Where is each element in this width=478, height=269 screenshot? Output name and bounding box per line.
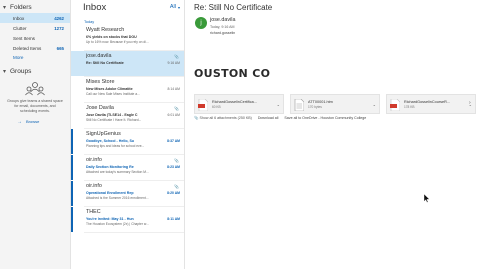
html-file-icon: [294, 98, 305, 112]
chevron-down-icon: ▾: [3, 68, 7, 75]
groups-description: Groups give teams a shared space for ema…: [7, 99, 63, 113]
filter-dropdown[interactable]: All ▾: [170, 4, 180, 10]
message-sender: jose.davila: [86, 53, 112, 59]
message-time: 9:16 AM: [167, 61, 180, 65]
chevron-right-icon[interactable]: ›: [469, 100, 471, 106]
sender-name[interactable]: jose.davila: [210, 17, 235, 23]
chevron-down-icon: ▾: [177, 4, 180, 10]
attachment-menu-icon[interactable]: ⌄: [373, 102, 376, 107]
message-list-item[interactable]: SignUpGenius Goodbye, School - Hello, Su P…: [71, 129, 184, 154]
message-time: 8:14 AM: [167, 87, 180, 91]
groups-people-icon: [25, 81, 45, 97]
message-preview: [86, 66, 182, 71]
message-list-item[interactable]: Wyatt Research 6% yields on stocks that D…: [71, 25, 184, 50]
folder-inbox[interactable]: Inbox 4262: [0, 13, 70, 23]
browse-label: Browse: [26, 119, 40, 125]
attachment-menu-icon[interactable]: ⌄: [277, 102, 280, 107]
paperclip-icon: 📎: [174, 54, 179, 59]
folder-label: Inbox: [13, 15, 25, 21]
message-sender: Jose Davila: [86, 105, 114, 111]
mouse-pointer-icon: [424, 194, 430, 203]
chevron-down-icon: ▾: [3, 4, 7, 11]
message-preview: Still No Certificate I Have It. Richard.…: [86, 118, 142, 122]
attachment-card[interactable]: RichardGosselinCertifica... 60 KB ⌄: [194, 94, 284, 114]
folder-clutter[interactable]: Clutter 1272: [0, 23, 70, 33]
message-subject: Re: Still No Certificate: [194, 3, 273, 12]
paperclip-icon: 📎: [174, 184, 179, 189]
message-time: 8:37 AM: [167, 139, 180, 143]
attachment-card[interactable]: RichardGosselinCourseR... 178 KB ⌄: [386, 94, 476, 114]
message-time: 8:11 AM: [167, 217, 180, 221]
message-list-header: Inbox All ▾: [71, 0, 184, 14]
message-preview: Call our New Sale Mises Institute a...: [86, 92, 140, 96]
folders-header[interactable]: ▾ Folders: [0, 1, 70, 13]
message-date: Today, 9:16 AM: [210, 25, 235, 29]
pdf-file-icon: [198, 98, 209, 112]
attachment-actions: 📎 Show all 6 attachments (250 KB) Downlo…: [194, 116, 366, 120]
attachment-strip: RichardGosselinCertifica... 60 KB ⌄ ATT0…: [194, 94, 476, 114]
folder-count: 665: [56, 45, 64, 51]
message-sender: Wyatt Research: [86, 27, 125, 33]
company-logo: OUSTON CO: [194, 67, 271, 80]
message-sender: THEC: [86, 209, 101, 215]
message-divider: [84, 232, 184, 233]
message-list-item[interactable]: THEC You're Invited: May 31 - Hun The Hous…: [71, 207, 184, 232]
folder-count: 4262: [54, 15, 64, 21]
message-list-item[interactable]: jose.davila Re: Still No Certificate 9:16 …: [71, 51, 184, 76]
groups-header[interactable]: ▾ Groups: [0, 65, 70, 77]
paperclip-icon: 📎: [194, 116, 199, 120]
folder-pane: ▾ Folders Inbox 4262 Clutter 1272 Sent I…: [0, 0, 71, 269]
paperclip-icon: 📎: [174, 158, 179, 163]
message-time: 8:20 AM: [167, 191, 180, 195]
message-time: 6:01 AM: [167, 113, 180, 117]
message-time: 8:23 AM: [167, 165, 180, 169]
folder-label: Deleted Items: [13, 45, 42, 51]
message-sender: oir.info: [86, 183, 102, 189]
folder-sent-items[interactable]: Sent Items: [0, 33, 70, 43]
filter-label: All: [169, 4, 176, 10]
folders-more-link[interactable]: More: [0, 55, 70, 65]
message-list-item[interactable]: oir.info Daily Section Monitoring Re Attac…: [71, 155, 184, 180]
attachment-name: ATT00001.htm: [308, 99, 333, 104]
folder-count: 1272: [54, 25, 64, 31]
date-group-label: Today: [84, 20, 95, 24]
paperclip-icon: 📎: [174, 106, 179, 111]
message-preview: Planning tips and ideas for school eve..…: [86, 144, 145, 148]
message-sender: SignUpGenius: [86, 131, 121, 137]
save-onedrive-link[interactable]: Save all to OneDrive - Houston Community…: [284, 116, 366, 120]
pdf-file-icon: [390, 98, 401, 112]
arrow-right-icon: →: [17, 118, 22, 125]
attachment-size: 170 bytes: [308, 104, 322, 109]
list-title: Inbox: [83, 1, 107, 13]
folder-label: Sent Items: [13, 35, 35, 41]
message-preview: Up to 16% now. Because if you rely on di…: [86, 40, 149, 44]
groups-browse-link[interactable]: → Browse: [0, 119, 70, 125]
avatar[interactable]: j: [195, 17, 207, 29]
message-list-item[interactable]: oir.info Operational Enrollment Rep Attach…: [71, 181, 184, 206]
message-preview: Attached is the Summer 2016 enrollment..…: [86, 196, 149, 200]
message-preview: The Houston Ecosystem (2x) | Chapter w..…: [86, 222, 149, 226]
attachment-size: 60 KB: [212, 104, 221, 109]
message-sender: Mises Store: [86, 79, 115, 85]
reading-pane: Re: Still No Certificate j jose.davila T…: [186, 0, 478, 269]
attachment-name: RichardGosselinCourseR...: [404, 99, 451, 104]
folder-deleted-items[interactable]: Deleted Items 665: [0, 43, 70, 53]
attachment-card[interactable]: ATT00001.htm 170 bytes ⌄: [290, 94, 380, 114]
folder-label: Clutter: [13, 25, 27, 31]
message-list-item[interactable]: Mises Store New Mises Adobe Climatite Call…: [71, 77, 184, 102]
message-list: Inbox All ▾ Today Wyatt Research 6% yield…: [71, 0, 185, 269]
download-all-link[interactable]: Download all: [258, 116, 279, 120]
recipient-name[interactable]: richard.gosselin: [210, 31, 235, 35]
groups-title: Groups: [10, 67, 32, 75]
attachment-size: 178 KB: [404, 104, 415, 109]
show-all-attachments-link[interactable]: 📎 Show all 6 attachments (250 KB): [194, 116, 252, 120]
show-all-label: Show all 6 attachments (250 KB): [199, 116, 252, 120]
attachment-name: RichardGosselinCertifica...: [212, 99, 257, 104]
message-sender: oir.info: [86, 157, 102, 163]
message-list-item[interactable]: Jose Davila Jose Davila (TLSE14 - Eagle C…: [71, 103, 184, 128]
message-items: Wyatt Research 6% yields on stocks that D…: [71, 25, 184, 233]
folders-title: Folders: [10, 3, 32, 11]
message-preview: Attached are today's summary Section M..…: [86, 170, 149, 174]
